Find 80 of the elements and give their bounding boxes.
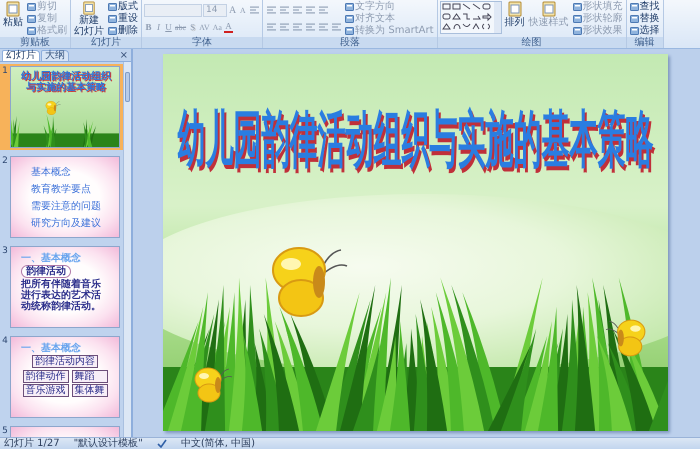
slide-number: 5: [1, 426, 9, 437]
button-icon: [27, 26, 36, 35]
button-icon: [540, 1, 557, 17]
diagram-node: 韵律活动内容: [32, 355, 98, 368]
slide-thumbnail-row[interactable]: 1 幼儿园韵律活动组织与实施的基本策略: [0, 64, 123, 150]
slide-thumbnail-row[interactable]: 2 基本概念 教育教学要点 需要注意的问题 研究方向及建议: [0, 154, 123, 240]
pane-tab[interactable]: 幻灯片: [2, 50, 40, 61]
ribbon-button[interactable]: 重设: [107, 13, 139, 24]
slide-thumbnail[interactable]: 一、基本概念 韵律活动内容 韵律动作 舞蹈 音乐游戏 集体舞: [10, 336, 120, 418]
scrollbar[interactable]: [123, 62, 131, 437]
lines-icon: [250, 6, 259, 14]
slide-thumbnail[interactable]: 基本概念 教育教学要点 需要注意的问题 研究方向及建议: [10, 156, 120, 238]
thumbnail-heading: 一、基本概念: [21, 343, 81, 354]
thumbnail-callout: 韵律活动: [21, 265, 71, 278]
lines-icon: [332, 23, 341, 31]
group-label: 段落: [263, 37, 437, 48]
diagram-node: 音乐游戏: [22, 384, 68, 397]
thumbnail-text: 把所有伴随着音乐进行表达的艺术活动统称韵律活动。: [21, 279, 102, 312]
spellcheck-icon: [156, 439, 167, 448]
diagram-node: 韵律动作: [22, 370, 68, 383]
ribbon-button[interactable]: 新建 幻灯片: [73, 1, 105, 37]
slide-number: 1: [1, 66, 9, 78]
thumbnail-text: 研究方向及建议: [31, 218, 101, 229]
button-icon: [572, 14, 582, 23]
ribbon-button[interactable]: 查找: [628, 1, 661, 12]
button-icon: [5, 1, 21, 17]
ribbon-button[interactable]: 粘贴: [2, 1, 24, 37]
lines-icon: [280, 23, 289, 31]
lines-icon: [318, 23, 328, 31]
slide-counter: 幻灯片 1/27: [4, 438, 60, 449]
ribbon-button[interactable]: 替换: [628, 13, 661, 24]
pane-tab[interactable]: 大纲: [41, 50, 69, 61]
ribbon-button[interactable]: 排列: [504, 1, 526, 37]
diagram-node: 集体舞: [72, 384, 108, 397]
slide-thumbnail[interactable]: 幼儿园韵律活动组织与实施的基本策略: [10, 66, 120, 148]
shape-gallery[interactable]: [440, 1, 502, 34]
button-icon: [506, 1, 523, 17]
theme-name: "默认设计模板": [74, 438, 143, 449]
slide-number: 4: [1, 336, 9, 348]
lines-icon: [266, 6, 276, 14]
button-icon: [108, 26, 117, 35]
slide-title: 幼儿园韵律活动组织与实施的基本策略: [176, 104, 654, 176]
diagram-node: 舞蹈: [72, 370, 108, 383]
button-icon: [630, 26, 639, 35]
button-icon: [27, 14, 36, 23]
button-icon: [108, 14, 117, 23]
group-label: 剪贴板: [0, 37, 70, 48]
lines-icon: [306, 23, 315, 31]
button-icon: [345, 14, 354, 23]
thumbnail-text: 需要注意的问题: [31, 201, 101, 212]
lines-icon: [306, 6, 315, 14]
slide-thumbnail[interactable]: 一、基本概念 韵律活动 把所有伴随着音乐进行表达的艺术活动统称韵律活动。: [10, 246, 120, 328]
group-label: 幻灯片: [71, 37, 141, 48]
ribbon-button[interactable]: 版式: [107, 1, 139, 12]
ribbon-button[interactable]: 删除: [107, 25, 139, 36]
lines-icon: [292, 6, 302, 14]
button-icon: [630, 14, 639, 23]
butterfly-drawing: [45, 100, 61, 116]
thumbnail-text: 基本概念: [31, 167, 72, 178]
button-icon: [81, 1, 97, 15]
button-icon: [572, 26, 582, 35]
group-label: 绘图: [438, 37, 626, 48]
close-button[interactable]: ×: [116, 51, 131, 61]
lines-icon: [280, 6, 289, 14]
slide-number: 3: [1, 246, 9, 258]
thumbnail-heading: 一、基本概念: [21, 253, 81, 264]
thumbnail-text: 教育教学要点: [31, 184, 92, 195]
slide-number: 2: [1, 156, 9, 168]
group-label: 字体: [142, 37, 262, 48]
button-icon: [345, 26, 354, 35]
lines-icon: [318, 6, 328, 14]
thumbnail-title: 幼儿园韵律活动组织与实施的基本策略: [20, 71, 112, 93]
slide-thumbnail-row[interactable]: 3 一、基本概念 韵律活动 把所有伴随着音乐进行表达的艺术活动统称韵律活动。: [0, 244, 123, 330]
ribbon-button[interactable]: 选择: [628, 25, 661, 36]
slide-thumbnail-row[interactable]: 4 一、基本概念 韵律活动内容 韵律动作 舞蹈 音乐游戏 集体舞: [0, 334, 123, 420]
lines-icon: [266, 23, 276, 31]
group-label: 编辑: [626, 37, 663, 48]
language-label: 中文(简体, 中国): [180, 438, 256, 449]
lines-icon: [292, 23, 302, 31]
slide-thumbnail-row[interactable]: 5: [0, 424, 123, 437]
